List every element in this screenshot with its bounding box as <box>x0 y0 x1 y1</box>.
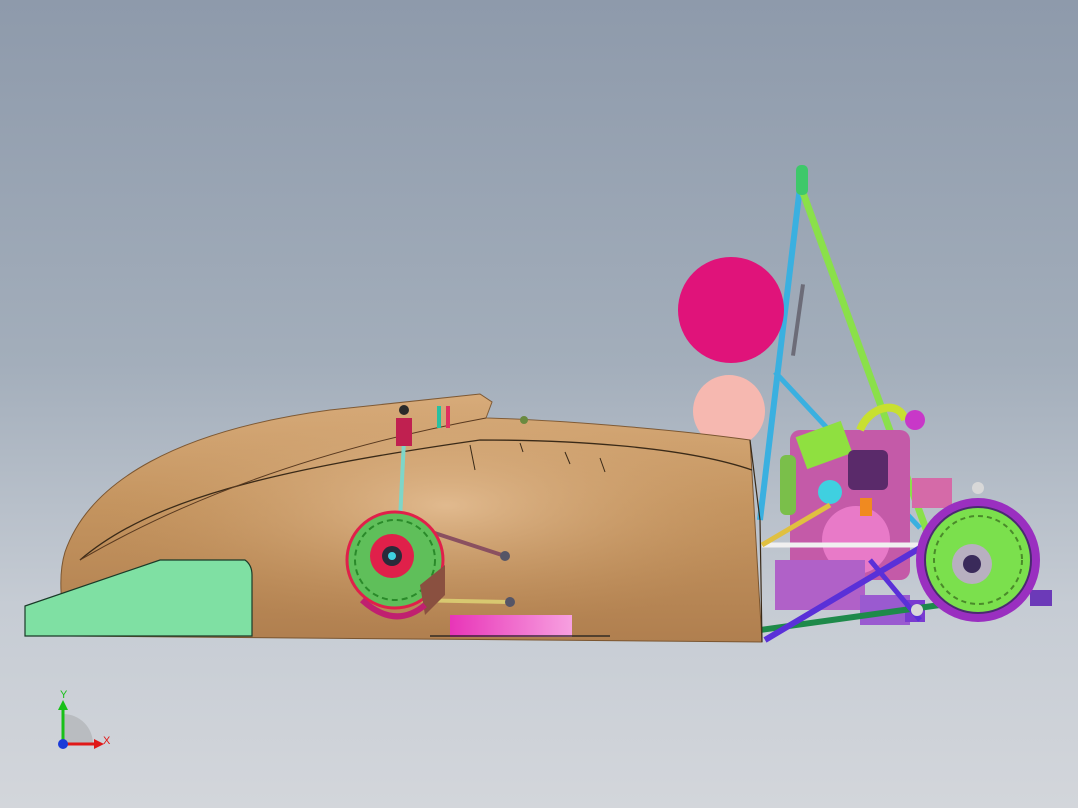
helmet-clearance-circle <box>678 257 784 363</box>
front-wing[interactable] <box>24 559 253 637</box>
front-wheel[interactable] <box>345 510 445 620</box>
coordinate-triad-icon[interactable]: Y X <box>58 689 111 749</box>
cad-viewport[interactable]: Y X <box>0 0 1078 808</box>
axis-y-label: Y <box>60 689 68 701</box>
race-car-side-view[interactable]: Y X <box>0 0 1078 808</box>
axis-x-label: X <box>103 735 111 747</box>
rear-view-mirror-stalk <box>791 284 805 356</box>
floor-plank <box>450 615 572 637</box>
